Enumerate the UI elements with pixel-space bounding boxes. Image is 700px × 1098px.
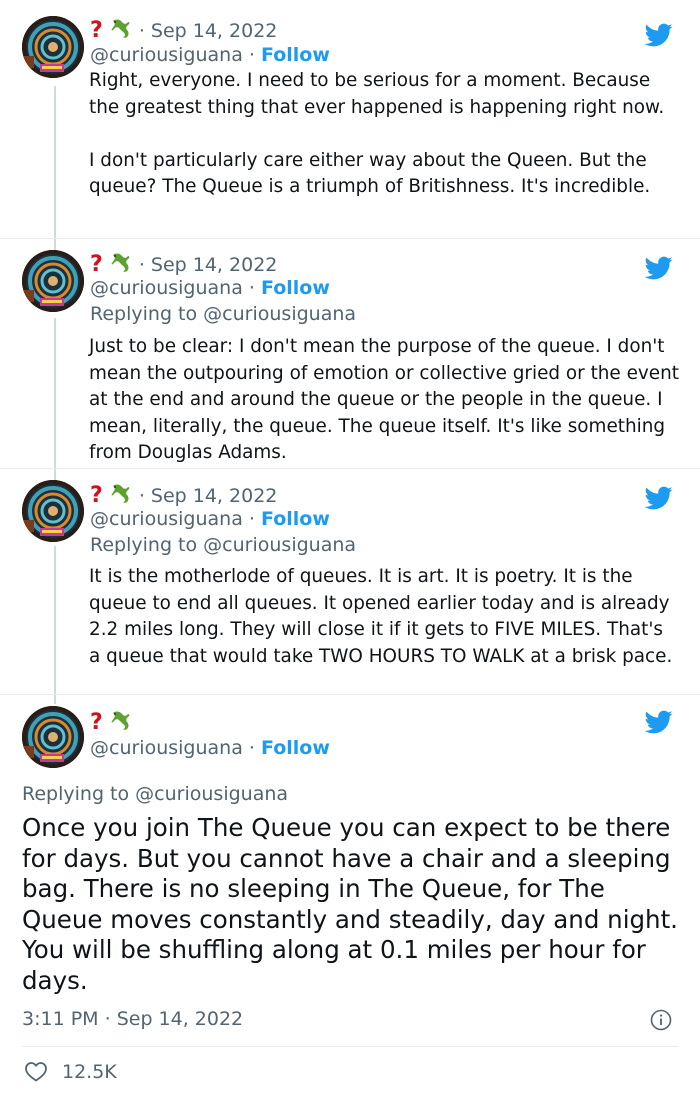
tweet-paragraph: Just to be clear: I don't mean the purpo… (89, 336, 679, 463)
separator-dot: · (98, 1008, 117, 1030)
separator-dot: · (242, 737, 261, 759)
twitter-bird-icon[interactable] (642, 708, 676, 736)
tweet: ? · Sep 14, 2022 @curiousiguana · Follow… (0, 470, 700, 694)
handle-line: @curiousiguana · Follow (90, 737, 330, 759)
separator-dot: · (242, 508, 261, 530)
author-line[interactable]: ? · Sep 14, 2022 (90, 481, 277, 508)
divider (0, 468, 700, 469)
info-icon[interactable] (650, 1009, 672, 1031)
replying-to-handle[interactable]: @curiousiguana (203, 534, 356, 556)
replying-to: Replying to @curiousiguana (22, 783, 288, 805)
tweet-date[interactable]: Sep 14, 2022 (151, 20, 277, 42)
tweet-date[interactable]: Sep 14, 2022 (117, 1008, 243, 1030)
tweet-text: Just to be clear: I don't mean the purpo… (89, 334, 679, 467)
follow-button[interactable]: Follow (261, 44, 330, 66)
tweet-date[interactable]: Sep 14, 2022 (151, 254, 277, 276)
heart-icon[interactable] (24, 1060, 48, 1082)
author-name: ? (90, 252, 103, 277)
replying-to-label: Replying to (90, 534, 198, 556)
tweet: ? · Sep 14, 2022 @curiousiguana · Follow… (0, 240, 700, 468)
follow-button[interactable]: Follow (261, 737, 330, 759)
follow-button[interactable]: Follow (261, 277, 330, 299)
avatar[interactable] (22, 706, 84, 768)
author-line[interactable]: ? · Sep 14, 2022 (90, 16, 277, 43)
replying-to-handle[interactable]: @curiousiguana (203, 303, 356, 325)
author-line[interactable]: ? · Sep 14, 2022 (90, 250, 277, 277)
lizard-emoji-icon (109, 708, 133, 732)
tweet-text: Right, everyone. I need to be serious fo… (89, 68, 679, 201)
tweet-text: It is the motherlode of queues. It is ar… (89, 564, 679, 670)
author-name: ? (90, 710, 103, 735)
avatar[interactable] (22, 16, 84, 78)
separator-dot: · (138, 485, 151, 507)
avatar[interactable] (22, 480, 84, 542)
author-handle[interactable]: @curiousiguana (90, 737, 243, 759)
separator-dot: · (242, 277, 261, 299)
author-handle[interactable]: @curiousiguana (90, 44, 243, 66)
divider (22, 1046, 678, 1047)
replying-to: Replying to @curiousiguana (90, 534, 356, 556)
tweet-paragraph: I don't particularly care either way abo… (89, 149, 651, 198)
handle-line: @curiousiguana · Follow (90, 44, 330, 66)
tweet-paragraph: It is the motherlode of queues. It is ar… (89, 566, 673, 667)
author-handle[interactable]: @curiousiguana (90, 508, 243, 530)
tweet-paragraph: Right, everyone. I need to be serious fo… (89, 70, 665, 118)
handle-line: @curiousiguana · Follow (90, 508, 330, 530)
like-count: 12.5K (62, 1061, 117, 1083)
main-tweet: ? @curiousiguana · Follow Replying to @c… (0, 696, 700, 1098)
twitter-bird-icon[interactable] (642, 21, 676, 49)
handle-line: @curiousiguana · Follow (90, 277, 330, 299)
replying-to-handle[interactable]: @curiousiguana (135, 783, 288, 805)
separator-dot: · (138, 20, 151, 42)
replying-to-label: Replying to (22, 783, 130, 805)
lizard-emoji-icon (109, 250, 133, 274)
avatar[interactable] (22, 250, 84, 312)
lizard-emoji-icon (109, 481, 133, 505)
like-action[interactable]: 12.5K (24, 1060, 117, 1083)
tweet: ? · Sep 14, 2022 @curiousiguana · Follow… (0, 0, 700, 240)
tweet-date[interactable]: Sep 14, 2022 (151, 485, 277, 507)
replying-to-label: Replying to (90, 303, 198, 325)
replying-to: Replying to @curiousiguana (90, 303, 356, 325)
divider (0, 238, 700, 239)
tweet-time[interactable]: 3:11 PM (22, 1008, 99, 1030)
lizard-emoji-icon (109, 16, 133, 40)
author-line[interactable]: ? (90, 708, 133, 735)
author-name: ? (90, 18, 103, 43)
tweet-timestamp[interactable]: 3:11 PM · Sep 14, 2022 (22, 1008, 243, 1030)
separator-dot: · (242, 44, 261, 66)
tweet-text: Once you join The Queue you can expect t… (22, 813, 678, 995)
follow-button[interactable]: Follow (261, 508, 330, 530)
author-handle[interactable]: @curiousiguana (90, 277, 243, 299)
author-name: ? (90, 483, 103, 508)
divider (0, 694, 700, 695)
twitter-bird-icon[interactable] (642, 254, 676, 282)
separator-dot: · (138, 254, 151, 276)
twitter-bird-icon[interactable] (642, 484, 676, 512)
